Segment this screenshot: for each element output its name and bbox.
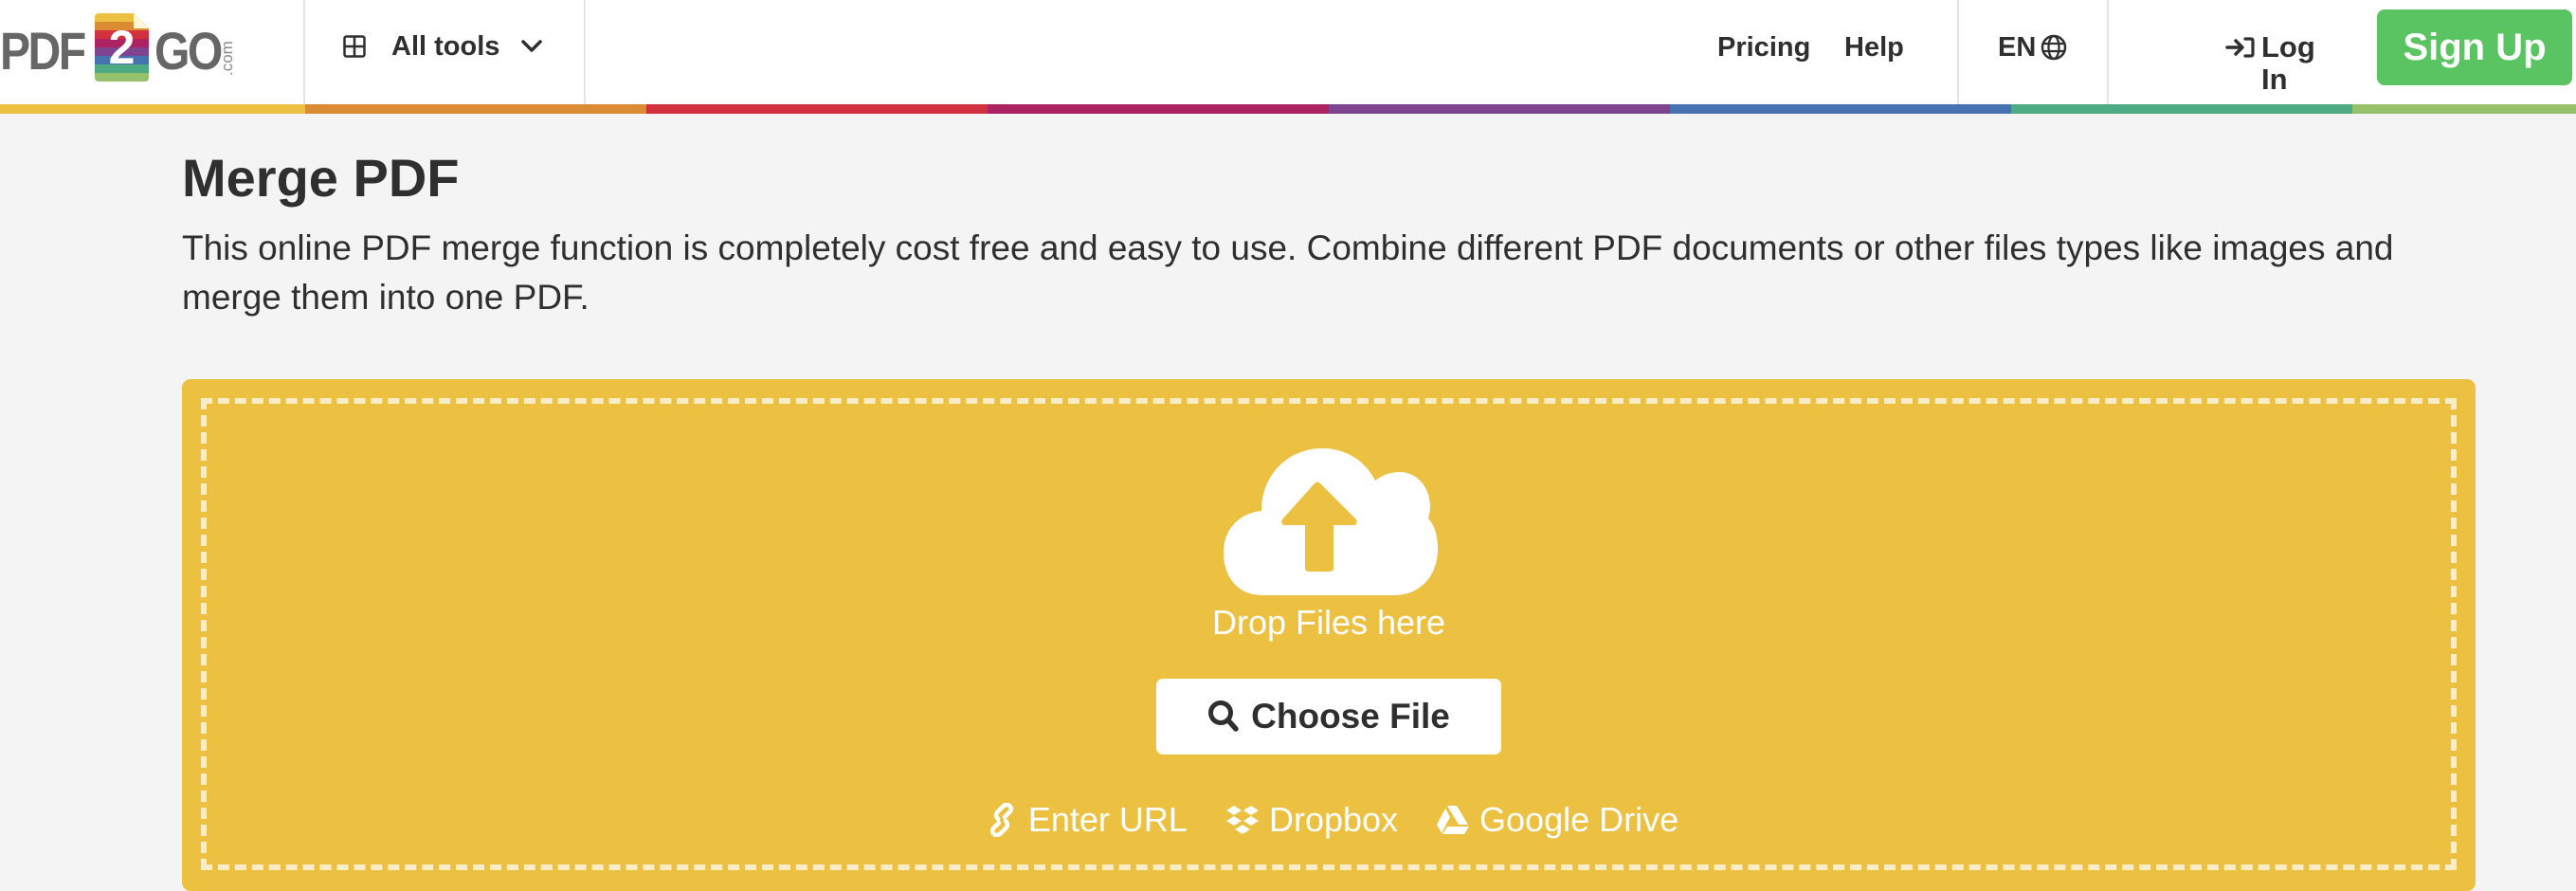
stripe-segment — [305, 104, 646, 114]
logo-text-2: 2 — [108, 21, 136, 74]
stripe-segment — [2352, 104, 2576, 114]
language-label: EN — [1998, 32, 2037, 63]
logo-file-icon: 2 — [95, 13, 149, 82]
grid-icon — [343, 35, 366, 58]
stripe-segment — [0, 104, 305, 114]
login-label: Log In — [2261, 30, 2315, 96]
dropbox-link[interactable]: Dropbox — [1225, 800, 1398, 840]
pdf2go-logo[interactable]: PDF 2 GO .com — [0, 11, 246, 85]
search-icon — [1208, 700, 1239, 732]
divider — [2107, 0, 2109, 104]
google-drive-link[interactable]: Google Drive — [1436, 800, 1678, 840]
drop-files-label: Drop Files here — [1211, 603, 1446, 642]
divider — [1957, 0, 1959, 104]
logo-text-go: GO — [154, 21, 223, 81]
stripe-segment — [646, 104, 988, 114]
login-icon — [2225, 37, 2255, 58]
dropbox-icon — [1225, 806, 1259, 834]
all-tools-menu-button[interactable]: All tools — [336, 27, 554, 68]
google-drive-icon — [1437, 806, 1470, 834]
language-selector[interactable]: EN — [1998, 27, 2074, 68]
nav-pricing-link[interactable]: Pricing — [1717, 31, 1810, 64]
enter-url-label: Enter URL — [1027, 800, 1188, 839]
divider — [303, 0, 305, 104]
color-stripe — [0, 104, 2576, 114]
choose-file-button[interactable]: Choose File — [1156, 679, 1501, 755]
divider — [584, 0, 586, 104]
stripe-segment — [2011, 104, 2352, 114]
stripe-segment — [1329, 104, 1670, 114]
stripe-segment — [988, 104, 1329, 114]
logo-text-com: .com — [218, 41, 236, 76]
enter-url-link[interactable]: Enter URL — [985, 800, 1188, 840]
nav-help-link[interactable]: Help — [1844, 31, 1904, 64]
logo-text-pdf: PDF — [0, 21, 86, 81]
google-drive-label: Google Drive — [1479, 800, 1679, 839]
chevron-down-icon — [521, 40, 542, 52]
sign-up-button[interactable]: Sign Up — [2377, 9, 2572, 85]
link-icon — [989, 803, 1014, 837]
source-links: Enter URL Dropbox Google Drive — [182, 796, 2476, 844]
page-description: This online PDF merge function is comple… — [182, 228, 2394, 317]
logo-band — [95, 73, 149, 82]
dropbox-label: Dropbox — [1268, 800, 1399, 839]
login-button[interactable]: Log In — [2223, 27, 2341, 96]
page-title: Merge PDF — [182, 148, 460, 208]
stripe-segment — [1670, 104, 2011, 114]
file-dropzone[interactable]: Drop Files here Choose File Enter URL Dr… — [182, 379, 2476, 891]
globe-icon — [2041, 34, 2067, 61]
top-navbar: PDF 2 GO .com All tools Pricing Help EN — [0, 0, 2576, 104]
all-tools-label: All tools — [391, 31, 500, 62]
choose-file-label: Choose File — [1251, 697, 1450, 736]
cloud-upload-icon — [1224, 448, 1438, 595]
